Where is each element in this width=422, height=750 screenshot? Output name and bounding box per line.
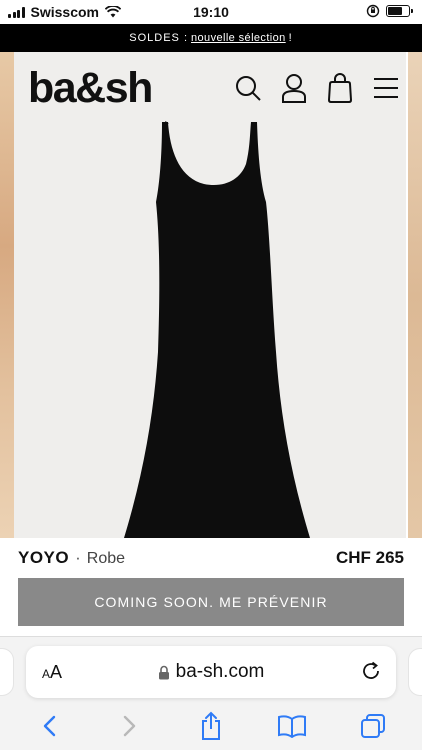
status-time: 19:10 [193,4,229,20]
forward-icon[interactable] [110,706,150,746]
tabs-icon[interactable] [353,706,393,746]
product-image[interactable] [14,52,406,538]
previous-image-peek[interactable] [0,52,14,538]
browser-toolbar [0,706,422,746]
status-bar: Swisscom 19:10 [0,0,422,24]
product-separator: · [75,548,81,567]
bag-icon[interactable] [326,72,354,104]
battery-icon [386,5,413,17]
product-type: Robe [86,550,126,567]
search-icon[interactable] [234,72,262,104]
url-text: ba-sh.com [175,661,265,682]
dress-illustration [124,121,310,538]
promo-prefix: SOLDES : [129,32,189,44]
brand-logo[interactable]: ba&sh [28,64,153,113]
url-display[interactable]: ba-sh.com [26,661,396,683]
share-icon[interactable] [191,706,231,746]
lock-icon [158,665,169,679]
reload-icon[interactable] [360,660,382,682]
next-tab-peek[interactable] [408,648,422,696]
next-image-peek[interactable] [408,52,422,538]
back-icon[interactable] [29,706,69,746]
account-icon[interactable] [280,72,308,104]
product-info: YOYO · Robe CHF 265 [18,545,404,571]
promo-banner: SOLDES : nouvelle sélection ! [0,24,422,52]
bookmarks-icon[interactable] [272,706,312,746]
notify-me-button[interactable]: COMING SOON. ME PRÉVENIR [18,578,404,626]
product-name: YOYO [18,548,70,567]
menu-icon[interactable] [372,72,400,104]
product-price: CHF 265 [335,548,404,567]
address-bar[interactable]: AA ba-sh.com [26,646,396,698]
orientation-lock-icon [366,4,380,18]
promo-suffix: ! [288,32,293,44]
previous-tab-peek[interactable] [0,648,14,696]
status-right [366,4,413,18]
promo-link[interactable]: nouvelle sélection [191,32,286,44]
header-icons [234,72,400,104]
product-title: YOYO · Robe [18,548,125,568]
